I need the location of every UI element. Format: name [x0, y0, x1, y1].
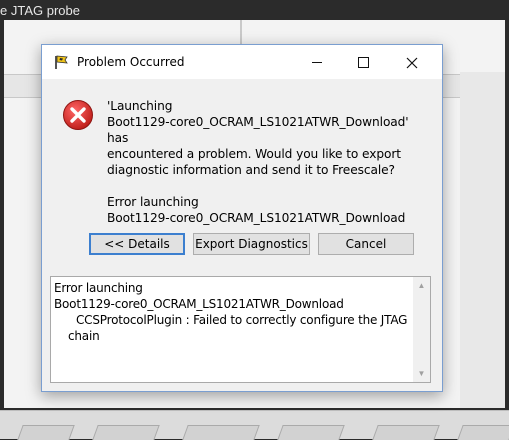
dialog-titlebar[interactable]: Problem Occurred [42, 45, 442, 79]
close-button[interactable] [389, 45, 435, 79]
dialog-title: Problem Occurred [77, 55, 185, 69]
close-icon [406, 57, 418, 68]
details-line: chain [68, 329, 100, 343]
details-button[interactable]: << Details [89, 233, 185, 255]
details-line: Error launching [54, 281, 143, 295]
message-line: diagnostic information and send it to Fr… [107, 163, 395, 177]
maximize-icon [357, 57, 369, 69]
maximize-button[interactable] [340, 45, 386, 79]
ide-divider [240, 20, 242, 46]
details-line: Boot1129-core0_OCRAM_LS1021ATWR_Download [54, 297, 344, 311]
minimize-button[interactable] [294, 45, 340, 79]
details-line: CCSProtocolPlugin : Failed to correctly … [76, 313, 408, 327]
error-message: 'Launching Boot1129-core0_OCRAM_LS1021AT… [107, 98, 427, 226]
scroll-down-arrow-icon[interactable]: ▼ [413, 365, 430, 382]
scroll-up-arrow-icon[interactable]: ▲ [413, 277, 430, 294]
message-line: Boot1129-core0_OCRAM_LS1021ATWR_Download [107, 211, 406, 225]
ide-tab-bar [0, 410, 509, 440]
message-line: 'Launching [107, 99, 173, 113]
background-window-title: e JTAG probe [0, 3, 80, 18]
message-line: Boot1129-core0_OCRAM_LS1021ATWR_Download… [107, 115, 409, 145]
minimize-icon [312, 62, 322, 64]
app-icon [55, 55, 68, 69]
ide-side-panel [460, 72, 505, 408]
export-diagnostics-button[interactable]: Export Diagnostics [193, 233, 310, 255]
message-line: encountered a problem. Would you like to… [107, 147, 401, 161]
cancel-button[interactable]: Cancel [318, 233, 414, 255]
details-text: Error launching Boot1129-core0_OCRAM_LS1… [54, 280, 414, 344]
message-line: Error launching [107, 195, 199, 209]
details-textarea[interactable]: Error launching Boot1129-core0_OCRAM_LS1… [50, 276, 431, 383]
error-icon [63, 100, 93, 130]
details-scrollbar[interactable]: ▲ ▼ [413, 277, 430, 382]
problem-occurred-dialog: Problem Occurred 'Launching Boot1129-cor… [41, 44, 443, 392]
